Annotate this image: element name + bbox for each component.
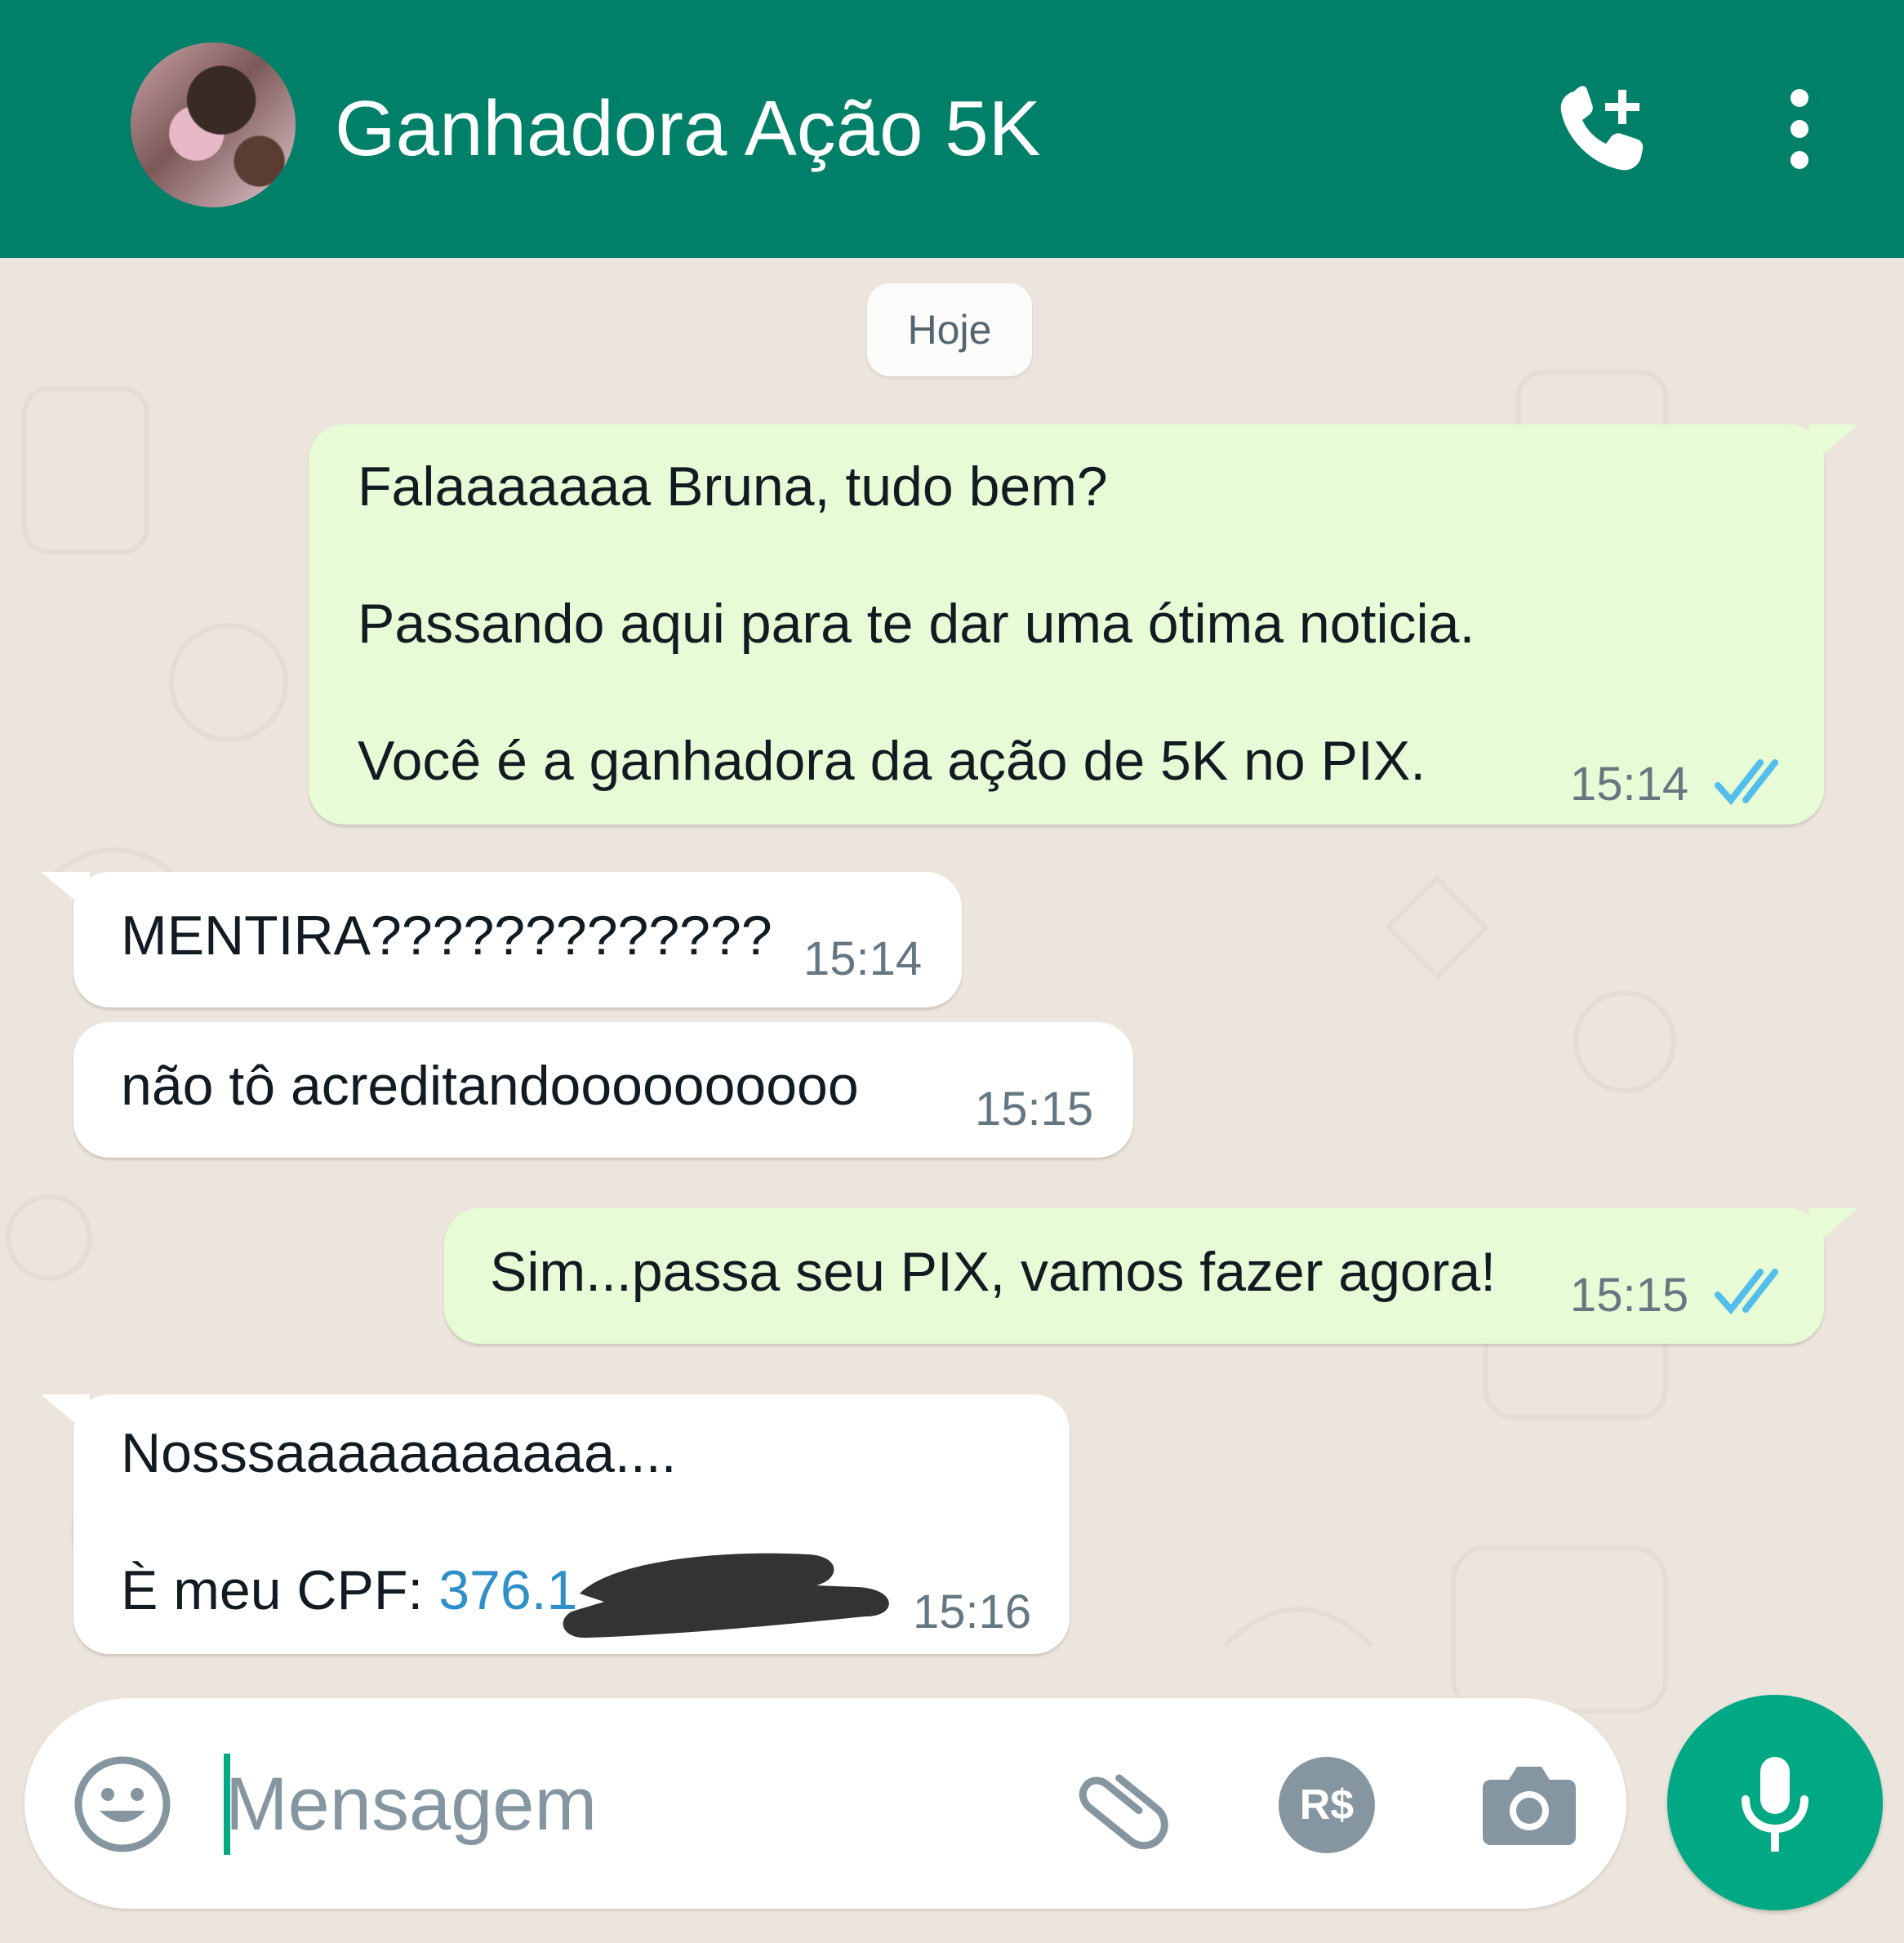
message-text: Nosssaaaaaaaaaaa.... xyxy=(121,1422,677,1484)
redaction-scribble xyxy=(563,1553,889,1638)
contact-avatar[interactable] xyxy=(131,42,296,207)
date-separator: Hoje xyxy=(867,283,1032,376)
emoji-icon[interactable] xyxy=(73,1755,171,1853)
message-time: 15:15 xyxy=(1570,1269,1689,1322)
read-ticks-icon xyxy=(1715,1269,1778,1315)
message-text: Você é a ganhadora da ação de 5K no PIX. xyxy=(358,730,1426,792)
add-call-icon[interactable] xyxy=(1556,85,1653,175)
more-vertical-icon[interactable] xyxy=(1783,88,1816,170)
message-text: não tô acreditandoooooooooo xyxy=(121,1055,859,1117)
message-input[interactable] xyxy=(225,1754,1025,1855)
message-time: 15:15 xyxy=(975,1083,1094,1136)
microphone-icon xyxy=(1742,1757,1808,1852)
message-bubble-incoming[interactable]: não tô acreditandoooooooooo 15:15 xyxy=(73,1022,1133,1158)
cpf-label: È meu CPF: xyxy=(121,1559,439,1621)
bubble-tail xyxy=(41,1394,90,1435)
bubble-tail xyxy=(1809,1208,1858,1249)
message-time: 15:14 xyxy=(1570,758,1689,811)
payment-label: R$ xyxy=(1299,1781,1355,1829)
message-text: Passando aqui para te dar uma ótima noti… xyxy=(358,593,1475,655)
bubble-tail xyxy=(1809,425,1858,465)
contact-name[interactable]: Ganhadora Ação 5K xyxy=(335,82,1041,176)
message-text: Falaaaaaaa Bruna, tudo bem? xyxy=(358,456,1108,518)
message-bubble-incoming[interactable]: Nosssaaaaaaaaaaa.... È meu CPF: 376.1 15… xyxy=(73,1394,1070,1654)
message-text: MENTIRA????????????? xyxy=(121,905,772,967)
message-time: 15:14 xyxy=(803,932,923,985)
message-text: È meu CPF: 376.1 xyxy=(121,1558,577,1623)
payment-rs-icon[interactable]: R$ xyxy=(1279,1757,1375,1853)
voice-message-button[interactable] xyxy=(1667,1695,1883,1910)
bubble-tail xyxy=(41,872,90,913)
chat-header: Ganhadora Ação 5K xyxy=(0,0,1904,258)
read-ticks-icon xyxy=(1715,759,1778,806)
message-text: Sim...passa seu PIX, vamos fazer agora! xyxy=(490,1241,1497,1303)
message-bubble-outgoing[interactable]: Sim...passa seu PIX, vamos fazer agora! … xyxy=(444,1208,1824,1344)
message-time: 15:16 xyxy=(913,1585,1032,1638)
paperclip-icon[interactable] xyxy=(1071,1755,1169,1853)
message-bubble-outgoing[interactable]: Falaaaaaaa Bruna, tudo bem? Passando aqu… xyxy=(309,425,1824,825)
message-bubble-incoming[interactable]: MENTIRA????????????? 15:14 xyxy=(73,872,962,1007)
camera-icon[interactable] xyxy=(1481,1757,1577,1847)
